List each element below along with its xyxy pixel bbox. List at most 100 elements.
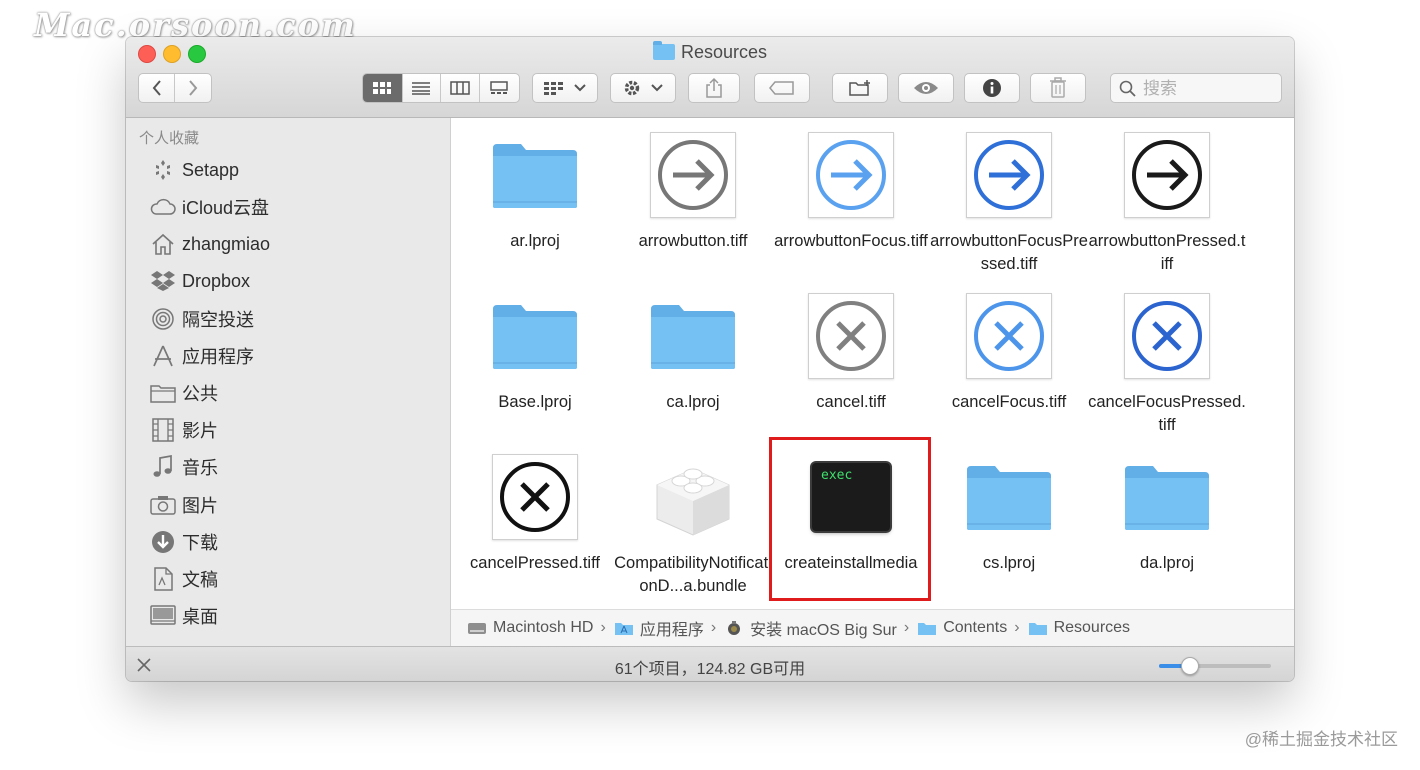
file-item[interactable]: arrowbutton.tiff <box>614 118 772 276</box>
path-item-label: Macintosh HD <box>493 619 594 636</box>
sidebar-item-icloud[interactable]: iCloud云盘 <box>150 192 269 222</box>
sidebar-item-pictures[interactable]: 图片 <box>150 490 218 520</box>
sidebar-item-label: 应用程序 <box>182 347 254 367</box>
view-mode-control <box>362 73 520 103</box>
file-item[interactable]: cancel.tiff <box>772 279 930 437</box>
back-button[interactable] <box>139 74 176 102</box>
sidebar-item-label: zhangmiao <box>182 233 271 254</box>
new-folder-icon <box>849 80 870 96</box>
tags-button[interactable] <box>754 73 810 103</box>
path-item-resources[interactable]: Resources <box>1028 619 1130 637</box>
list-view-button[interactable] <box>403 74 442 102</box>
airdrop-icon <box>150 307 176 331</box>
icon-view-button[interactable] <box>363 74 403 102</box>
gallery-view-button[interactable] <box>480 74 519 102</box>
file-thumbnail <box>964 452 1054 542</box>
folder-icon <box>493 305 577 369</box>
folder-icon <box>493 144 577 208</box>
delete-button[interactable] <box>1030 73 1086 103</box>
music-icon <box>150 455 176 479</box>
sidebar-item-label: 图片 <box>182 496 218 516</box>
file-item[interactable]: cs.lproj <box>930 440 1088 598</box>
file-item[interactable]: ar.lproj <box>456 118 614 276</box>
folder-icon <box>150 381 176 405</box>
sidebar-item-label: 桌面 <box>182 607 218 627</box>
cancel-circle-icon <box>500 462 570 532</box>
file-item[interactable]: cancelFocusPressed.tiff <box>1088 279 1246 437</box>
sidebar-item-label: 公共 <box>182 384 218 404</box>
file-item[interactable]: ca.lproj <box>614 279 772 437</box>
file-name: cancelPressed.tiff <box>470 554 600 572</box>
path-item-label: Contents <box>943 619 1008 636</box>
file-item[interactable]: Base.lproj <box>456 279 614 437</box>
group-grid-icon <box>544 82 563 95</box>
search-input[interactable] <box>1141 78 1275 100</box>
hard-drive-icon <box>468 622 486 634</box>
sidebar-heading: 个人收藏 <box>139 130 200 147</box>
sidebar-item-label: Setapp <box>182 159 240 180</box>
forward-button[interactable] <box>175 74 211 102</box>
sidebar-item-documents[interactable]: 文稿 <box>150 564 218 594</box>
file-item[interactable]: arrowbuttonFocus.tiff <box>772 118 930 276</box>
file-name: arrowbutton.tiff <box>638 232 748 250</box>
file-item[interactable]: cancelFocus.tiff <box>930 279 1088 437</box>
share-button[interactable] <box>688 73 740 103</box>
folder-icon <box>651 305 735 369</box>
sidebar-item-label: Dropbox <box>182 270 251 291</box>
gear-icon <box>624 80 640 96</box>
arrow-circle-icon <box>816 140 886 210</box>
file-thumbnail <box>648 452 738 542</box>
sidebar-item-setapp[interactable]: Setapp <box>150 155 239 185</box>
folder-icon <box>967 466 1051 530</box>
share-icon <box>706 77 722 98</box>
file-name: arrowbuttonFocusPressed.tiff <box>930 232 1088 273</box>
sidebar-item-music[interactable]: 音乐 <box>150 452 218 482</box>
icon-size-slider[interactable] <box>1159 657 1271 675</box>
path-bar: Macintosh HD › 应用程序 › 安装 macOS Big Sur › Co… <box>451 609 1294 646</box>
action-menu-button[interactable] <box>610 73 676 103</box>
file-item[interactable]: CompatibilityNotificationD...a.bundle <box>614 440 772 598</box>
group-by-button[interactable] <box>532 73 598 103</box>
bundle-lego-icon <box>656 468 730 536</box>
sidebar-item-movies[interactable]: 影片 <box>150 415 218 445</box>
file-name: Base.lproj <box>498 393 572 411</box>
file-thumbnail <box>1122 452 1212 542</box>
column-view-button[interactable] <box>441 74 480 102</box>
search-field[interactable] <box>1110 73 1282 103</box>
cancel-circle-icon <box>974 301 1044 371</box>
file-thumbnail <box>964 130 1054 220</box>
file-item[interactable]: da.lproj <box>1088 440 1246 598</box>
sidebar-item-public[interactable]: 公共 <box>150 378 218 408</box>
chevron-down-icon <box>574 84 586 92</box>
file-item[interactable]: arrowbuttonPressed.tiff <box>1088 118 1246 276</box>
search-icon <box>1119 80 1136 97</box>
file-thumbnail <box>806 291 896 381</box>
sidebar-item-downloads[interactable]: 下载 <box>150 527 218 557</box>
path-item-installer[interactable]: 安装 macOS Big Sur › <box>724 616 917 640</box>
path-item-applications[interactable]: 应用程序 › <box>614 616 724 640</box>
cancel-circle-icon <box>816 301 886 371</box>
sidebar-item-applications[interactable]: 应用程序 <box>150 341 254 371</box>
arrow-circle-icon <box>658 140 728 210</box>
applications-icon <box>150 344 176 368</box>
sidebar-item-dropbox[interactable]: Dropbox <box>150 266 250 296</box>
file-item[interactable]: cancelPressed.tiff <box>456 440 614 598</box>
quick-look-button[interactable] <box>898 73 954 103</box>
sidebar-item-airdrop[interactable]: 隔空投送 <box>150 304 254 334</box>
path-item-contents[interactable]: Contents › <box>917 619 1027 637</box>
file-item[interactable]: arrowbuttonFocusPressed.tiff <box>930 118 1088 276</box>
desktop-icon <box>150 604 176 628</box>
new-folder-button[interactable] <box>832 73 888 103</box>
path-item-macintosh-hd[interactable]: Macintosh HD › <box>467 619 614 637</box>
file-thumbnail <box>490 130 580 220</box>
folder-icon <box>1028 622 1047 635</box>
watermark-bottom: @稀土掘金技术社区 <box>1244 730 1398 749</box>
dropbox-icon <box>150 269 176 293</box>
setapp-icon <box>150 158 176 182</box>
sidebar-item-desktop[interactable]: 桌面 <box>150 601 218 631</box>
sidebar-item-home[interactable]: zhangmiao <box>150 229 270 259</box>
get-info-button[interactable] <box>964 73 1020 103</box>
sidebar-item-label: 文稿 <box>182 570 218 590</box>
chevron-left-icon <box>152 80 161 96</box>
title-bar: Resources <box>126 37 1294 118</box>
